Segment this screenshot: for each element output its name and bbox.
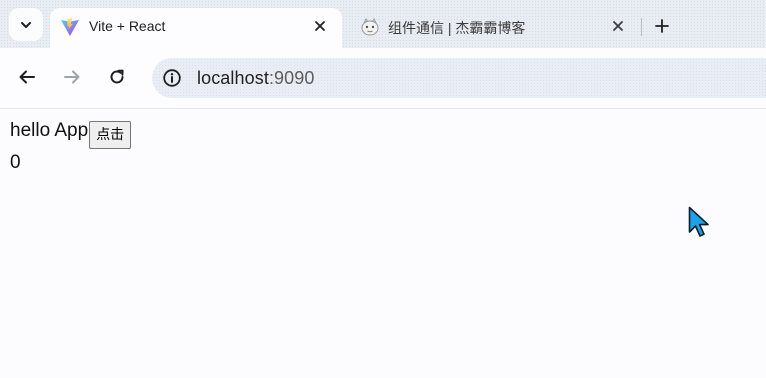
chevron-down-icon	[21, 21, 31, 28]
click-button[interactable]: 点击	[89, 121, 132, 149]
tab-close-button[interactable]	[310, 16, 330, 36]
url-host: localhost	[197, 68, 269, 88]
new-tab-button[interactable]	[650, 14, 674, 38]
tab-strip: Vite + React 组件通信 | 杰霸霸博客	[0, 0, 766, 48]
vite-logo-icon	[61, 18, 79, 36]
blog-avatar-icon	[361, 18, 379, 36]
arrow-left-icon	[19, 70, 35, 84]
tab-separator	[641, 18, 642, 36]
forward-button[interactable]	[59, 64, 85, 90]
mouse-cursor-icon	[688, 206, 709, 237]
counter-value: 0	[10, 152, 21, 173]
close-icon	[613, 21, 623, 31]
tab-blog[interactable]: 组件通信 | 杰霸霸博客	[350, 8, 640, 48]
greeting-line: hello App 点击	[10, 120, 132, 149]
greeting-text: hello App	[10, 120, 89, 141]
tab-title: Vite + React	[89, 18, 166, 34]
address-bar[interactable]: localhost:9090	[152, 58, 766, 98]
browser-toolbar: localhost:9090	[0, 48, 766, 109]
back-button[interactable]	[14, 64, 40, 90]
tab-close-button[interactable]	[608, 16, 628, 36]
tab-vite-react[interactable]: Vite + React	[50, 8, 342, 48]
tab-title: 组件通信 | 杰霸霸博客	[388, 20, 526, 36]
plus-icon	[655, 19, 669, 33]
reload-icon	[110, 69, 124, 84]
page-content: hello App 点击 0	[0, 109, 766, 378]
arrow-right-icon	[64, 70, 80, 84]
info-icon[interactable]	[162, 68, 182, 88]
close-icon	[315, 21, 325, 31]
url-text: localhost:9090	[197, 68, 315, 89]
url-port: :9090	[268, 68, 315, 88]
tab-search-button[interactable]	[9, 8, 43, 41]
reload-button[interactable]	[104, 64, 130, 90]
